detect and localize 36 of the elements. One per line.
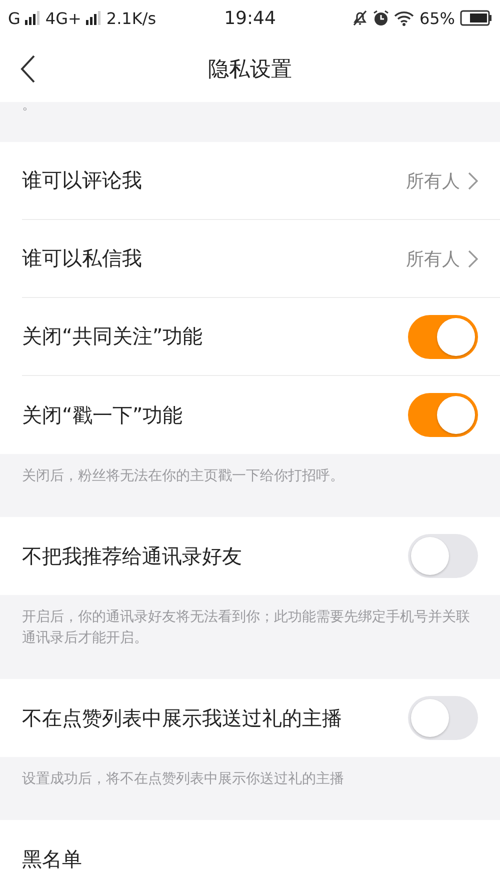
network-speed: 2.1K/s — [106, 8, 156, 28]
hint-text: 开启后，你的通讯录好友将无法看到你；此功能需要先绑定手机号并关联通讯录后才能开启。 — [22, 609, 470, 646]
signal-icon — [25, 11, 40, 25]
signal-icon — [86, 11, 102, 25]
battery-icon — [460, 10, 492, 26]
battery-percent: 65% — [419, 8, 455, 28]
settings-row[interactable]: 关闭“戳一下”功能 — [22, 376, 500, 454]
alarm-icon — [373, 10, 390, 26]
toggle-switch[interactable] — [408, 696, 478, 740]
network-type: 4G+ — [45, 8, 82, 28]
settings-row[interactable]: 关闭“共同关注”功能 — [22, 298, 500, 376]
chevron-icon — [468, 250, 478, 268]
hint-text: 关闭后，粉丝将无法在你的主页戳一下给你打招呼。 — [22, 468, 344, 484]
row-label: 关闭“共同关注”功能 — [22, 323, 204, 350]
page-title: 隐私设置 — [208, 57, 292, 81]
clock: 19:44 — [224, 8, 276, 28]
row-label: 黑名单 — [22, 846, 83, 872]
hint-text: 。 — [22, 102, 36, 112]
chevron-icon — [468, 172, 478, 190]
row-label: 谁可以私信我 — [22, 245, 143, 272]
row-label: 不在点赞列表中展示我送过礼的主播 — [22, 704, 343, 732]
hint-text: 设置成功后，将不在点赞列表中展示你送过礼的主播 — [22, 771, 344, 787]
row-value: 所有人 — [406, 170, 460, 192]
row-label: 关闭“戳一下”功能 — [22, 402, 184, 428]
row-label: 不把我推荐给通讯录好友 — [22, 542, 243, 570]
settings-row[interactable]: 谁可以私信我 所有人 — [22, 220, 500, 298]
toggle-switch[interactable] — [408, 314, 478, 358]
row-value: 所有人 — [406, 248, 460, 270]
back-icon — [20, 55, 36, 83]
wifi-icon — [394, 10, 414, 26]
toggle-switch[interactable] — [408, 534, 478, 578]
row-label: 谁可以评论我 — [22, 167, 143, 194]
settings-row[interactable]: 谁可以评论我 所有人 — [22, 142, 500, 220]
muted-bell-icon — [352, 10, 368, 26]
network-type: G — [8, 8, 20, 28]
toggle-switch[interactable] — [408, 393, 478, 437]
